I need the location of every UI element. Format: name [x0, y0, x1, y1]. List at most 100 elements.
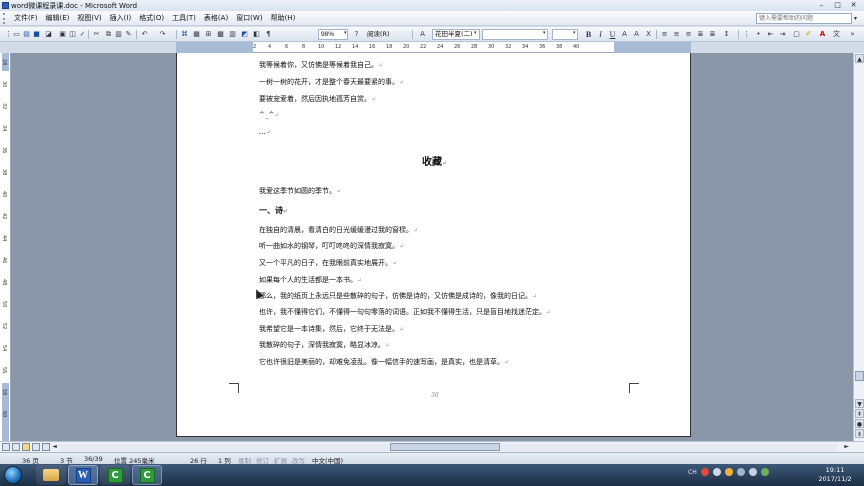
- numbering-icon[interactable]: ⋮: [742, 30, 751, 39]
- align-center-icon[interactable]: ≡: [672, 30, 681, 39]
- permission-icon[interactable]: ◪: [44, 30, 53, 39]
- menu-table[interactable]: 表格(A): [200, 13, 232, 23]
- taskbar-word-button[interactable]: W: [68, 465, 98, 485]
- line-spacing-icon[interactable]: ↕: [722, 30, 731, 39]
- document-page[interactable]: 我等候着你，又仿佛是等候着我自己。↵ 一树一树的花开，才是整个春天最要紧的事。↵…: [176, 53, 691, 437]
- align-left-icon[interactable]: ≡: [660, 30, 669, 39]
- toolbar-options-icon[interactable]: »: [848, 30, 857, 39]
- minimize-button[interactable]: –: [815, 1, 828, 9]
- text-line[interactable]: 我等候着你，又仿佛是等候着我自己。↵: [259, 60, 383, 70]
- justify-icon[interactable]: ≣: [696, 30, 705, 39]
- document-map-icon[interactable]: ◧: [252, 30, 261, 39]
- menu-insert[interactable]: 插入(I): [106, 13, 136, 23]
- save-icon[interactable]: ■: [32, 30, 41, 39]
- zoom-dropdown-icon[interactable]: ▾: [344, 30, 347, 36]
- style-dropdown-icon[interactable]: ▾: [543, 30, 546, 36]
- horizontal-ruler[interactable]: 2 4 6 8 10 12 14 16 18 20 22 24 26 28 30…: [176, 42, 691, 53]
- text-line[interactable]: ^_^↵: [259, 111, 279, 119]
- text-line[interactable]: ...↵: [259, 128, 271, 136]
- text-line[interactable]: 我爱这季节如圆的季节。↵: [259, 186, 341, 196]
- paste-icon[interactable]: ▥: [114, 30, 123, 39]
- copy-icon[interactable]: ⧉: [104, 30, 113, 39]
- font-size-dropdown-icon[interactable]: ▾: [573, 30, 576, 36]
- normal-view-icon[interactable]: [2, 443, 10, 451]
- text-line[interactable]: 它也许很旧是美丽的，却难免凌乱。像一幅信手的速写画，是真实，也是清草。↵: [259, 357, 509, 367]
- taskbar-explorer-button[interactable]: [36, 465, 66, 485]
- text-line[interactable]: 我散碎的句子，深情我寂寞，略显冰凉。↵: [259, 340, 390, 350]
- italic-icon[interactable]: I: [596, 30, 605, 39]
- menu-format[interactable]: 格式(O): [135, 13, 168, 23]
- print-icon[interactable]: ▣: [58, 30, 67, 39]
- read-mode-button[interactable]: 阅读(R): [364, 29, 408, 40]
- insert-excel-icon[interactable]: ▩: [216, 30, 225, 39]
- taskbar-camtasia-button[interactable]: C: [100, 465, 130, 485]
- close-button[interactable]: ✕: [847, 1, 860, 9]
- ime-mode-icon[interactable]: [712, 468, 721, 476]
- distributed-icon[interactable]: ≣: [708, 30, 717, 39]
- font-color-icon[interactable]: A: [818, 30, 827, 39]
- outline-view-icon[interactable]: [32, 443, 40, 451]
- volume-icon[interactable]: [748, 468, 757, 476]
- new-document-icon[interactable]: ▭: [12, 30, 21, 39]
- scroll-down-icon[interactable]: ▼: [855, 399, 864, 408]
- previous-page-icon[interactable]: ⇞: [855, 409, 864, 418]
- char-border-icon[interactable]: A: [620, 30, 629, 39]
- scroll-right-icon[interactable]: ►: [842, 443, 851, 451]
- font-name-field[interactable]: 花田半夏(二): [432, 29, 480, 40]
- help-search-input[interactable]: [756, 13, 852, 24]
- underline-icon[interactable]: U: [608, 30, 617, 39]
- document-heading[interactable]: 收藏↵: [177, 153, 692, 168]
- styles-pane-icon[interactable]: A: [418, 30, 427, 39]
- text-line[interactable]: 一树一树的花开，才是整个春天最要紧的事。↵: [259, 77, 404, 87]
- taskbar-camtasia-recorder-button[interactable]: C: [132, 465, 162, 485]
- text-line[interactable]: 要被宠爱着，然后因执地孤芳自赏。↵: [259, 94, 376, 104]
- document-workspace[interactable]: 我等候着你，又仿佛是等候着我自己。↵ 一树一树的花开，才是整个春天最要紧的事。↵…: [11, 53, 853, 441]
- text-line[interactable]: 如果每个人的生活都是一本书。↵: [259, 275, 362, 285]
- menu-help[interactable]: 帮助(H): [267, 13, 300, 23]
- clock[interactable]: 19:11 2017/11/2: [810, 466, 860, 484]
- browse-object-icon[interactable]: ●: [855, 419, 864, 428]
- menu-file[interactable]: 文件(F): [10, 13, 42, 23]
- print-view-icon[interactable]: [22, 443, 30, 451]
- vertical-scroll-thumb[interactable]: [855, 371, 864, 381]
- help-icon[interactable]: ?: [352, 30, 361, 39]
- vertical-scrollbar[interactable]: ▲ ▼ ⇞ ● ⇟: [853, 53, 864, 441]
- show-hide-icon[interactable]: ¶: [264, 30, 273, 39]
- horizontal-scrollbar[interactable]: ◄ ►: [0, 441, 864, 452]
- style-field[interactable]: [482, 29, 548, 40]
- text-line[interactable]: 也许，我不懂得它们，不懂得一句句零落的词语。正如我不懂得生活，只是盲目地找迷茫定…: [259, 307, 551, 317]
- ime-icon[interactable]: [700, 468, 709, 476]
- text-line[interactable]: 在独自的清晨，看清白的日光缓缓漫过我的窗棂。↵: [259, 225, 418, 235]
- menu-edit[interactable]: 编辑(E): [42, 13, 74, 23]
- tray-app-icon[interactable]: [724, 468, 733, 476]
- font-name-dropdown-icon[interactable]: ▾: [474, 30, 477, 36]
- next-page-icon[interactable]: ⇟: [855, 429, 864, 438]
- char-scale-icon[interactable]: X: [644, 30, 653, 39]
- reading-view-icon[interactable]: [42, 443, 50, 451]
- web-view-icon[interactable]: [12, 443, 20, 451]
- text-line[interactable]: 又一个平凡的日子，在我眼前真实地展开。↵: [259, 258, 397, 268]
- bullets-icon[interactable]: •: [754, 30, 763, 39]
- vertical-ruler[interactable]: 28 30 32 34 36 38 40 42 44 46 48 50 52 5…: [0, 53, 11, 441]
- input-language[interactable]: CH: [688, 469, 697, 476]
- network-icon[interactable]: [736, 468, 745, 476]
- phonetic-guide-icon[interactable]: 文: [832, 30, 841, 39]
- decrease-indent-icon[interactable]: ⇤: [766, 30, 775, 39]
- spelling-icon[interactable]: ✓: [78, 30, 87, 39]
- tray-flag-icon[interactable]: [760, 468, 769, 476]
- scroll-up-icon[interactable]: ▲: [855, 54, 864, 63]
- format-painter-icon[interactable]: ✎: [124, 30, 133, 39]
- cut-icon[interactable]: ✂: [92, 30, 101, 39]
- bold-icon[interactable]: B: [584, 30, 593, 39]
- increase-indent-icon[interactable]: ⇥: [778, 30, 787, 39]
- align-right-icon[interactable]: ≡: [684, 30, 693, 39]
- insert-table-icon[interactable]: ⊞: [204, 30, 213, 39]
- menu-view[interactable]: 视图(V): [73, 13, 105, 23]
- drawing-icon[interactable]: ◩: [240, 30, 249, 39]
- help-dropdown-icon[interactable]: ▾: [854, 15, 857, 22]
- horizontal-scroll-thumb[interactable]: [390, 443, 500, 451]
- menu-window[interactable]: 窗口(W): [232, 13, 266, 23]
- start-button[interactable]: [4, 466, 22, 484]
- char-shading-icon[interactable]: A: [632, 30, 641, 39]
- maximize-button[interactable]: □: [831, 1, 844, 9]
